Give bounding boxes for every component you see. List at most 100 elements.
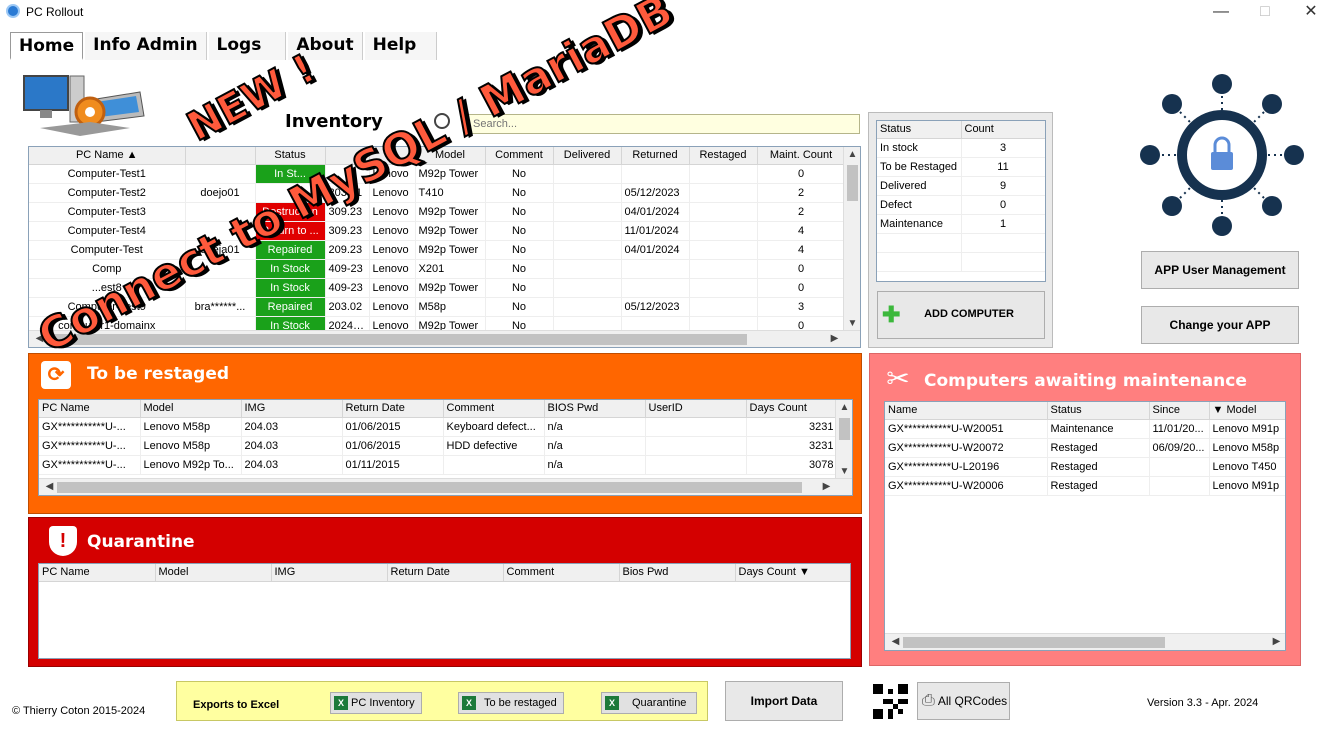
export-pc-inventory-button[interactable]: X PC Inventory	[330, 692, 422, 714]
scroll-up-icon[interactable]: ▲	[844, 149, 860, 160]
table-row[interactable]: GX***********U-W20051 Maintenance 11/01/20…	[885, 419, 1285, 439]
export-restaged-button[interactable]: X To be restaged	[458, 692, 564, 714]
all-qrcodes-label: All QRCodes	[937, 694, 1008, 708]
table-cell: Lenovo	[369, 278, 416, 298]
table-cell: Computer-Test2	[29, 183, 186, 203]
inventory-vscroll[interactable]: ▲ ▼	[843, 147, 860, 331]
table-cell: Lenovo M58p	[140, 417, 242, 437]
menu-bar: Home Info Admin Logs About Help	[10, 32, 439, 60]
table-cell: Restaged	[1047, 457, 1150, 477]
table-cell: 11	[961, 157, 1045, 177]
overlay-new-text: NEW !	[179, 45, 324, 152]
table-row[interactable]: Computer-Test1 In St... Lenovo M92p Tower No…	[29, 164, 846, 184]
maintenance-table[interactable]: Name Status Since ▼ Model GX***********U-W2…	[884, 401, 1286, 651]
table-cell	[689, 240, 758, 260]
scroll-thumb[interactable]	[847, 165, 858, 201]
table-cell: Restaged	[1047, 476, 1150, 496]
inventory-hscroll[interactable]: ◀ ▶	[29, 330, 860, 347]
maximize-button[interactable]: □	[1250, 2, 1280, 22]
table-row[interactable]: Computer-Test4 Return to ... 309.23 Lenovo M…	[29, 221, 846, 241]
scroll-down-icon[interactable]: ▼	[844, 318, 860, 329]
column-header: Status	[1047, 402, 1150, 420]
scroll-left-icon[interactable]: ◀	[41, 481, 58, 492]
table-row: In stock 3	[877, 138, 1045, 158]
network-lock-icon	[1140, 74, 1304, 236]
table-cell: 2	[757, 202, 846, 222]
restaged-table[interactable]: PC Name Model IMG Return Date Comment BIOS Pw…	[38, 399, 853, 496]
table-row[interactable]: GX***********U-... Lenovo M58p 204.03 01/06…	[39, 417, 838, 437]
table-cell	[645, 455, 747, 475]
table-cell	[877, 252, 962, 272]
minimize-button[interactable]: —	[1206, 2, 1236, 22]
restaged-hscroll[interactable]: ◀ ▶	[39, 478, 852, 495]
table-cell: Lenovo M92p To...	[140, 455, 242, 475]
table-cell: M92p Tower	[415, 221, 486, 241]
close-button[interactable]: ✕	[1296, 2, 1326, 22]
table-row[interactable]: GX***********U-... Lenovo M58p 204.03 01/06…	[39, 436, 838, 456]
import-data-button[interactable]: Import Data	[725, 681, 843, 721]
table-cell: 204.03	[241, 436, 343, 456]
add-computer-button[interactable]: ✚ ADD COMPUTER	[877, 291, 1045, 339]
table-cell: GX***********U-...	[39, 436, 141, 456]
change-password-button[interactable]: Change your APP Password	[1141, 306, 1299, 368]
scroll-down-icon[interactable]: ▼	[836, 466, 852, 477]
tab-home[interactable]: Home	[10, 32, 84, 60]
table-cell: 11/01/2024	[621, 221, 690, 241]
table-row[interactable]: GX***********U-... Lenovo M92p To... 204.0…	[39, 455, 838, 475]
scroll-right-icon[interactable]: ▶	[818, 481, 835, 492]
table-cell: No	[485, 164, 554, 184]
exports-panel: Exports to Excel X PC Inventory X To be …	[176, 681, 708, 721]
inventory-table[interactable]: PC Name ▲ Status Model Comment Delivered Retu…	[28, 146, 861, 348]
table-cell	[1149, 457, 1210, 477]
column-header	[185, 147, 256, 165]
table-row[interactable]: GX***********U-L20196 Restaged Lenovo T450	[885, 457, 1285, 477]
column-header: IMG	[271, 564, 388, 582]
quarantine-header-row: PC Name Model IMG Return Date Comment Bios Pw…	[39, 564, 850, 582]
table-cell	[553, 240, 622, 260]
column-header: IMG	[241, 400, 343, 418]
table-cell: 0	[757, 164, 846, 184]
table-row: Delivered 9	[877, 176, 1045, 196]
table-cell: Delivered	[877, 176, 962, 196]
table-cell	[621, 164, 690, 184]
status-badge: Repaired	[255, 297, 326, 317]
table-cell	[689, 221, 758, 241]
table-row[interactable]: Computer-Test2 doejo01 203.01 Lenovo T410 No 0…	[29, 183, 846, 203]
scroll-thumb[interactable]	[839, 418, 850, 440]
table-cell: 3231	[746, 417, 838, 437]
column-header: UserID	[645, 400, 747, 418]
table-cell: No	[485, 259, 554, 279]
table-row[interactable]: GX***********U-W20006 Restaged Lenovo M91p	[885, 476, 1285, 496]
table-cell: M92p Tower	[415, 202, 486, 222]
export-quarantine-button[interactable]: X Quarantine	[601, 692, 697, 714]
scroll-right-icon[interactable]: ▶	[1268, 636, 1285, 647]
tab-help[interactable]: Help	[364, 32, 438, 60]
table-cell: 06/09/20...	[1149, 438, 1210, 458]
scroll-thumb[interactable]	[47, 334, 747, 345]
scroll-up-icon[interactable]: ▲	[836, 402, 852, 413]
app-user-management-button[interactable]: APP User Management	[1141, 251, 1299, 289]
search-input[interactable]	[468, 114, 860, 134]
tab-info-admin[interactable]: Info Admin	[85, 32, 207, 60]
status-col-header: Status	[877, 121, 962, 139]
status-badge: In Stock	[255, 259, 326, 279]
tab-logs[interactable]: Logs	[208, 32, 287, 60]
table-row[interactable]: Computer-Test3 Destruction 309.23 Lenovo M92…	[29, 202, 846, 222]
all-qrcodes-button[interactable]: ⎙ All QRCodes	[917, 682, 1010, 720]
quarantine-table[interactable]: PC Name Model IMG Return Date Comment Bios Pw…	[38, 563, 851, 659]
table-cell: GX***********U-W20006	[885, 476, 1048, 496]
table-cell: 0	[961, 195, 1045, 215]
table-row[interactable]: GX***********U-W20072 Restaged 06/09/20...…	[885, 438, 1285, 458]
column-header: PC Name	[39, 400, 141, 418]
restaged-vscroll[interactable]: ▲ ▼	[835, 400, 852, 479]
scroll-thumb[interactable]	[57, 482, 802, 493]
column-header: PC Name ▲	[29, 147, 186, 165]
maintenance-hscroll[interactable]: ◀ ▶	[885, 633, 1285, 650]
table-cell: GX***********U-W20051	[885, 419, 1048, 439]
scroll-right-icon[interactable]: ▶	[826, 333, 843, 344]
table-cell	[621, 259, 690, 279]
table-cell: 0	[757, 259, 846, 279]
scroll-left-icon[interactable]: ◀	[887, 636, 904, 647]
table-cell	[553, 202, 622, 222]
scroll-thumb[interactable]	[903, 637, 1165, 648]
